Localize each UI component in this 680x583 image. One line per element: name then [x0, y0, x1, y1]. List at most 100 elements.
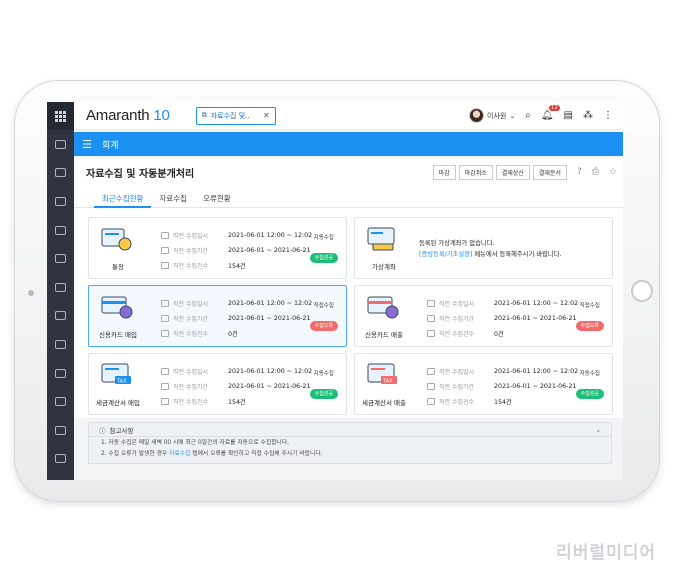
bankbook-icon	[101, 228, 132, 251]
tab-errors[interactable]: 오류현황	[195, 186, 239, 208]
tax-invoice-icon: TAX	[367, 363, 397, 385]
settings-link[interactable]: [증빙등록/기초설정]	[419, 251, 472, 258]
monitor-icon[interactable]	[47, 387, 74, 416]
clock-icon	[161, 247, 169, 254]
chevron-down-icon[interactable]: ⌄	[596, 426, 601, 434]
list-icon	[427, 398, 435, 405]
clipboard-icon[interactable]	[47, 216, 74, 245]
field-label: 직전 수집기간	[173, 248, 209, 255]
calendar-icon	[161, 368, 169, 375]
status-badge: 수집오류	[309, 320, 338, 331]
notice-panel: ⓘ 참고사항 ⌄ 1. 자동 수집은 매일 새벽 00 시에 최근 0일간의 자…	[88, 422, 612, 464]
notice-text: 탭에서 오류를 확인하고 직접 수집해 주시기 바랍니다.	[190, 451, 323, 457]
collect-tab-link[interactable]: 자료수집	[169, 451, 190, 457]
org-chart-icon[interactable]: ⁂	[583, 110, 593, 121]
pen-icon[interactable]	[47, 130, 74, 159]
app-logo[interactable]: Amaranth 10	[86, 107, 170, 124]
print-icon[interactable]: ⎙	[592, 167, 599, 177]
field-label: 직전 수집건수	[173, 263, 209, 270]
field-value: 2021-06-01 12:00 ~ 12:02	[494, 300, 579, 307]
tab-recent[interactable]: 최근수집현황	[94, 186, 152, 208]
status-label: 자동수집	[313, 371, 334, 377]
card-name: 신용카드 매입	[99, 331, 137, 339]
notice-header[interactable]: ⓘ 참고사항 ⌄	[89, 423, 611, 437]
field-value: 2021-06-01 12:00 ~ 12:02	[228, 300, 313, 307]
status-label: 자동수집	[579, 371, 600, 377]
edit-icon[interactable]	[47, 416, 74, 445]
status-badge: 수집오류	[575, 320, 604, 331]
status-label: 자동수집	[313, 235, 334, 241]
hamburger-icon[interactable]: ☰	[74, 138, 100, 151]
card-name: 세금계산서 매입	[96, 399, 140, 407]
card-name: 신용카드 매출	[365, 331, 403, 339]
field-value: 2021-06-01 12:00 ~ 12:02	[494, 368, 579, 375]
virtual-account-icon	[367, 227, 395, 251]
card-tax-invoice-sales[interactable]: TAX 세금계산서 매출 직전 수집일시 2021-06-01 12:00 ~ 1…	[354, 353, 613, 415]
cancel-close-button[interactable]: 마감취소	[458, 164, 493, 180]
calculator-icon[interactable]	[47, 473, 74, 480]
approval-docs-button[interactable]: 결재문서	[532, 164, 567, 180]
notification-badge: 12	[549, 105, 560, 111]
user-menu[interactable]: 이사원 ⌄	[469, 108, 515, 123]
field-value: 0건	[494, 331, 504, 338]
close-icon[interactable]: ✕	[263, 111, 270, 120]
contact-card-icon[interactable]	[47, 330, 74, 359]
field-label: 직전 수집기간	[439, 384, 475, 391]
status-badge: 수집성공	[309, 388, 338, 399]
schedule-icon[interactable]	[47, 187, 74, 216]
status-label: 직접수집	[579, 303, 600, 309]
card-credit-purchase[interactable]: 신용카드 매입 직전 수집일시 2021-06-01 12:00 ~ 12:02 …	[88, 285, 347, 347]
search-icon[interactable]: ⌕	[525, 110, 531, 121]
card-virtual-account[interactable]: 가상계좌 등록된 가상계좌가 없습니다. [증빙등록/기초설정] 메뉴에서 등록…	[354, 217, 613, 279]
field-label: 직전 수집일시	[439, 301, 475, 308]
submit-approval-button[interactable]: 결재상신	[495, 164, 530, 180]
status-label: 직접수집	[313, 303, 334, 309]
user-icon[interactable]	[47, 445, 74, 474]
apps-grid-icon[interactable]	[47, 102, 74, 130]
home-button[interactable]	[631, 280, 653, 302]
list-icon	[161, 398, 169, 405]
external-link-icon: ⧉	[201, 111, 207, 119]
notice-line-2: 2. 수집 오류가 발생한 경우 자료수집 탭에서 오류를 확인하고 직접 수집…	[89, 448, 611, 459]
field-value: 2021-06-01 12:00 ~ 12:02	[228, 232, 313, 239]
mail-icon[interactable]	[47, 302, 74, 331]
sidebar	[47, 102, 74, 480]
field-label: 직전 수집일시	[173, 301, 209, 308]
tab-collect[interactable]: 자료수집	[151, 186, 195, 208]
credit-card-icon	[367, 296, 399, 319]
field-value: 154건	[228, 263, 246, 270]
avatar	[469, 108, 485, 123]
field-value: 2021-06-01 ~ 2021-06-21	[494, 383, 577, 390]
field-value: 0건	[228, 331, 238, 338]
clock-icon	[427, 383, 435, 390]
chevron-down-icon: ⌄	[509, 111, 516, 120]
field-label: 직전 수집기간	[173, 316, 209, 323]
close-period-button[interactable]: 마감	[432, 164, 456, 180]
card-name: 가상계좌	[372, 263, 396, 271]
more-icon[interactable]: ⋮	[603, 110, 613, 121]
tax-invoice-icon: TAX	[101, 363, 131, 385]
page-title: 자료수집 및 자동분개처리	[86, 168, 195, 180]
user-name: 이사원	[487, 111, 507, 120]
help-icon[interactable]: ?	[577, 167, 582, 177]
watermark: 리버럴미디어	[556, 543, 656, 563]
memo-icon[interactable]: ▤	[564, 110, 573, 121]
open-tab-label: 자료수집 및..	[210, 111, 250, 120]
image-icon[interactable]	[47, 273, 74, 302]
clock-icon	[161, 315, 169, 322]
clock-icon	[427, 315, 435, 322]
calendar-icon[interactable]	[47, 159, 74, 188]
status-badge: 수집성공	[309, 252, 338, 263]
field-value: 2021-06-01 ~ 2021-06-21	[228, 247, 311, 254]
card-tax-invoice-purchase[interactable]: TAX 세금계산서 매입 직전 수집일시 2021-06-01 12:00 ~ 1…	[88, 353, 347, 415]
card-bank[interactable]: 통장 직전 수집일시 2021-06-01 12:00 ~ 12:02 직전 수집…	[88, 217, 347, 279]
card-credit-sales[interactable]: 신용카드 매출 직전 수집일시 2021-06-01 12:00 ~ 12:02 …	[354, 285, 613, 347]
module-bar: ☰ 회계	[74, 132, 623, 156]
star-icon[interactable]: ☆	[609, 167, 617, 177]
open-tab-chip[interactable]: ⧉ 자료수집 및.. ✕	[195, 106, 276, 125]
toggle-icon[interactable]	[47, 359, 74, 388]
bell-icon[interactable]: 🔔︎ 12	[541, 105, 560, 121]
empty-message: 등록된 가상계좌가 없습니다.	[419, 240, 495, 247]
field-label: 직전 수집건수	[439, 399, 475, 406]
document-icon[interactable]	[47, 244, 74, 273]
